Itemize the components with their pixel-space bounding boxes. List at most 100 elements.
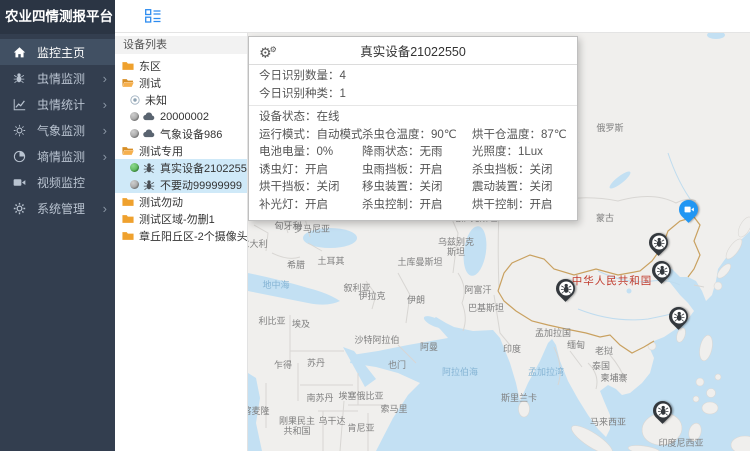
popup-field: 烘干控制：开启 — [472, 197, 567, 215]
folder-closed-icon — [122, 214, 134, 224]
popup-stat-row: 今日识别种类：1 — [259, 86, 567, 104]
tree-item-label: 不要动99999999 — [160, 177, 242, 193]
settings-icon[interactable]: ⚙⚙ — [259, 40, 277, 63]
home-icon — [12, 45, 26, 59]
tree-item-label: 未知 — [145, 92, 167, 108]
tree-item[interactable]: 测试 — [115, 74, 247, 91]
tree-item-label: 测试区域-勿删1 — [139, 211, 215, 227]
popup-title: 真实设备21022550 — [360, 41, 466, 60]
map-canvas[interactable]: 俄罗斯蒙古哈萨克斯坦捷克乌克兰匈牙利罗马尼亚意大利希腊土耳其乌兹别克 斯坦土库曼… — [248, 33, 750, 451]
tree-item[interactable]: 真实设备21022550 — [115, 159, 247, 176]
status-dot-gray — [130, 112, 139, 121]
chevron-right-icon: › — [103, 72, 107, 85]
sidebar-item-chart[interactable]: 虫情统计› — [0, 91, 115, 117]
folder-closed-icon — [122, 231, 134, 241]
popup-header: ⚙⚙ 真实设备21022550 — [249, 37, 577, 65]
sidebar-item-label: 气象监测 — [37, 122, 103, 139]
tree-item[interactable]: 不要动99999999 — [115, 176, 247, 193]
device-info-popup: ⚙⚙ 真实设备21022550 今日识别数量：4今日识别种类：1 设备状态：在线运… — [248, 36, 578, 221]
popup-field: 降雨状态：无雨 — [362, 144, 472, 162]
sidebar-item-label: 视频监控 — [37, 174, 107, 191]
popup-grid-row: 运行模式：自动模式杀虫仓温度：90℃烘干仓温度：87℃ — [259, 127, 567, 145]
popup-field: 杀虫仓温度：90℃ — [362, 127, 472, 145]
bug-icon — [651, 236, 665, 250]
popup-field: 补光灯：开启 — [259, 197, 362, 215]
sidebar-item-moisture[interactable]: 墒情监测› — [0, 143, 115, 169]
popup-field: 杀虫控制：开启 — [362, 197, 472, 215]
tree-item-label: 真实设备21022550 — [160, 160, 247, 176]
popup-grid-row: 烘干挡板：关闭移虫装置：关闭震动装置：关闭 — [259, 179, 567, 197]
tree-item[interactable]: 东区 — [115, 57, 247, 74]
moisture-icon — [12, 149, 26, 163]
status-dot-gray — [130, 129, 139, 138]
bug-icon — [143, 179, 155, 191]
sidebar-item-label: 虫情监测 — [37, 70, 103, 87]
app-title: 农业四情测报平台 — [0, 0, 115, 34]
status-dot-gray — [130, 180, 139, 189]
tree-item[interactable]: 测试专用 — [115, 142, 247, 159]
device-tree: 东区测试未知 20000002 气象设备986测试专用真实设备21022550不要动… — [115, 54, 247, 244]
folder-open-icon — [122, 146, 134, 156]
tree-item[interactable]: 未知 — [115, 91, 247, 108]
popup-grid-row: 电池电量：0%降雨状态：无雨光照度：1Lux — [259, 144, 567, 162]
radio-icon — [130, 95, 140, 105]
video-icon — [12, 175, 26, 189]
chevron-right-icon: › — [103, 124, 107, 137]
popup-field: 杀虫挡板：关闭 — [472, 162, 567, 180]
device-panel: 设备列表 东区测试未知 20000002 气象设备986测试专用真实设备210225… — [115, 33, 248, 451]
folder-open-icon — [122, 78, 134, 88]
gear-icon — [12, 201, 26, 215]
bug-icon — [654, 264, 668, 278]
sidebar-item-gear[interactable]: 系统管理› — [0, 195, 115, 221]
sidebar-menu: 监控主页虫情监测›虫情统计›气象监测›墒情监测›视频监控系统管理› — [0, 39, 115, 221]
popup-grid-row: 补光灯：开启杀虫控制：开启烘干控制：开启 — [259, 197, 567, 215]
tree-item-label: 测试勿动 — [139, 194, 183, 210]
popup-field: 诱虫灯：开启 — [259, 162, 362, 180]
popup-field: 移虫装置：关闭 — [362, 179, 472, 197]
tree-item[interactable]: 20000002 — [115, 108, 247, 125]
bug-icon — [671, 310, 685, 324]
sidebar-item-label: 系统管理 — [37, 200, 103, 217]
bug-icon — [12, 71, 26, 85]
popup-status-row: 设备状态：在线 — [259, 109, 567, 127]
chevron-right-icon: › — [103, 150, 107, 163]
tree-item[interactable]: 气象设备986 — [115, 125, 247, 142]
tree-item-label: 20000002 — [160, 111, 209, 123]
bug-icon — [143, 162, 155, 174]
bug-icon — [558, 282, 572, 296]
sidebar: 农业四情测报平台 监控主页虫情监测›虫情统计›气象监测›墒情监测›视频监控系统管… — [0, 0, 115, 451]
tree-item[interactable]: 测试勿动 — [115, 193, 247, 210]
tree-item[interactable]: 章丘阳丘区-2个摄像头 — [115, 227, 247, 244]
tree-item-label: 测试 — [139, 75, 161, 91]
chart-icon — [12, 97, 26, 111]
sidebar-item-home[interactable]: 监控主页 — [0, 39, 115, 65]
tree-item-label: 东区 — [139, 58, 161, 74]
sidebar-item-video[interactable]: 视频监控 — [0, 169, 115, 195]
device-panel-header: 设备列表 — [115, 36, 247, 54]
popup-body: 今日识别数量：4今日识别种类：1 设备状态：在线运行模式：自动模式杀虫仓温度：90… — [249, 65, 577, 220]
popup-field: 运行模式：自动模式 — [259, 127, 362, 145]
tree-item-label: 章丘阳丘区-2个摄像头 — [139, 228, 247, 244]
sidebar-item-label: 虫情统计 — [37, 96, 103, 113]
popup-field: 光照度：1Lux — [472, 144, 567, 162]
folder-closed-icon — [122, 197, 134, 207]
tree-item-label: 测试专用 — [139, 143, 183, 159]
chevron-right-icon: › — [103, 202, 107, 215]
popup-grid-row: 诱虫灯：开启虫雨挡板：开启杀虫挡板：关闭 — [259, 162, 567, 180]
cloud-icon — [143, 129, 155, 138]
sidebar-item-bug[interactable]: 虫情监测› — [0, 65, 115, 91]
tree-item-label: 气象设备986 — [160, 126, 222, 142]
popup-field: 电池电量：0% — [259, 144, 362, 162]
popup-divider — [249, 105, 577, 106]
sidebar-item-label: 墒情监测 — [37, 148, 103, 165]
topbar — [115, 0, 750, 33]
tree-item[interactable]: 测试区域-勿删1 — [115, 210, 247, 227]
popup-field: 震动装置：关闭 — [472, 179, 567, 197]
layout-toggle-icon[interactable] — [145, 9, 161, 23]
camera-icon — [681, 203, 695, 217]
app-window: 农业四情测报平台 监控主页虫情监测›虫情统计›气象监测›墒情监测›视频监控系统管… — [0, 0, 750, 451]
sidebar-item-weather[interactable]: 气象监测› — [0, 117, 115, 143]
popup-field: 烘干挡板：关闭 — [259, 179, 362, 197]
popup-stat-row: 今日识别数量：4 — [259, 68, 567, 86]
folder-closed-icon — [122, 61, 134, 71]
